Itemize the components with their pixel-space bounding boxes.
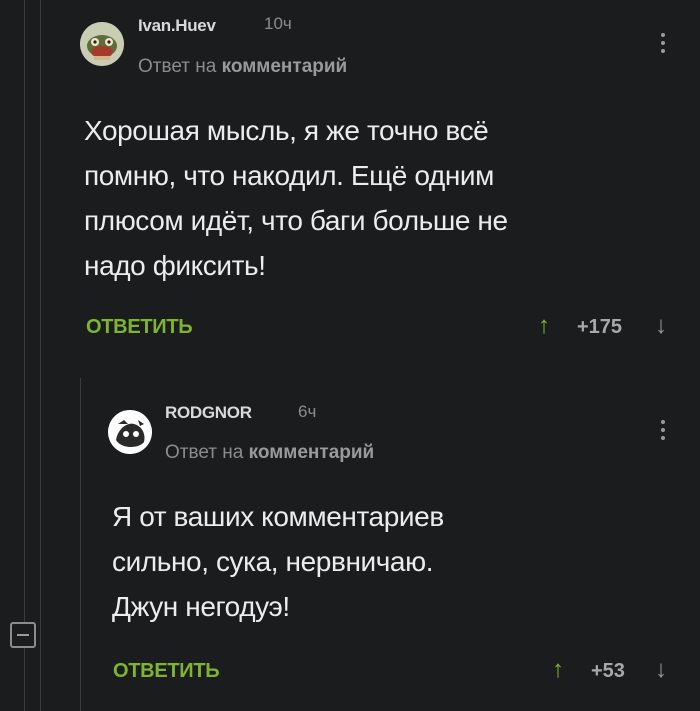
reply-button[interactable]: ОТВЕТИТЬ (113, 660, 220, 683)
upvote-icon[interactable]: ↑ (538, 312, 550, 340)
vote-count: +53 (591, 660, 625, 682)
reply-button[interactable]: ОТВЕТИТЬ (86, 316, 193, 339)
vote-count: +175 (577, 316, 623, 338)
reply-to-prefix: Ответ на (165, 442, 244, 463)
upvote-icon[interactable]: ↑ (552, 656, 564, 684)
reply-to-link[interactable]: Ответ на комментарий (165, 442, 374, 464)
avatar[interactable] (80, 22, 124, 66)
reply-to-target[interactable]: комментарий (222, 56, 348, 77)
author-name[interactable]: Ivan.Huev (138, 16, 216, 36)
downvote-icon[interactable]: ↓ (655, 312, 667, 340)
downvote-icon[interactable]: ↓ (655, 656, 667, 684)
reply-to-prefix: Ответ на (138, 56, 217, 77)
thread-line-outer-1 (24, 0, 25, 711)
thread-line-outer-2 (40, 0, 41, 711)
comment-time: 6ч (298, 402, 317, 421)
reply-to-target[interactable]: комментарий (249, 442, 375, 463)
thread-line-inner (80, 378, 81, 711)
collapse-thread-button[interactable] (10, 622, 36, 648)
comment-text: Я от ваших комментариев сильно, сука, не… (112, 501, 444, 622)
minus-icon (17, 634, 29, 636)
author-name[interactable]: RODGNOR (165, 403, 252, 423)
avatar[interactable] (108, 410, 152, 454)
reply-to-link[interactable]: Ответ на комментарий (138, 56, 347, 78)
comment-text: Хорошая мысль, я же точно всё помню, что… (84, 115, 508, 281)
more-options-icon[interactable] (661, 420, 667, 440)
more-options-icon[interactable] (661, 33, 667, 53)
comment-time: 10ч (264, 14, 292, 33)
